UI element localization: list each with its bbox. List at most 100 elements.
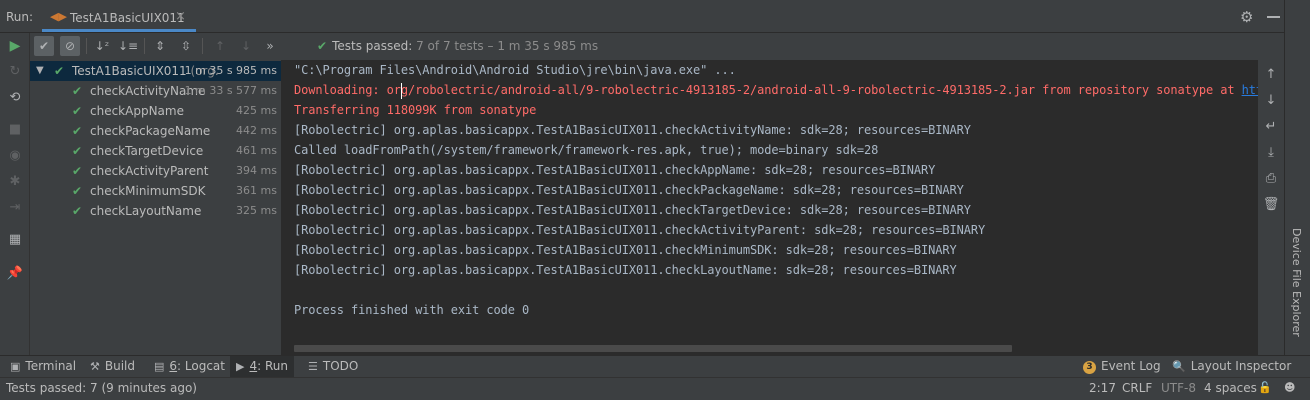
console-line: [Robolectric] org.aplas.basicappx.TestA1…	[294, 123, 971, 137]
console-line: [Robolectric] org.aplas.basicappx.TestA1…	[294, 163, 936, 177]
pin-icon[interactable]: 📌	[6, 265, 24, 283]
terminal-icon: ▣	[10, 360, 21, 373]
passed-check-icon: ✔	[72, 164, 83, 178]
run-tool-window-header	[0, 0, 1310, 33]
root-test-class-name: TestA1BasicUIX011	[72, 64, 187, 78]
trash-icon[interactable]: 🗑	[1262, 196, 1280, 214]
console-line: [Robolectric] org.aplas.basicappx.TestA1…	[294, 243, 957, 257]
play-icon: ▶	[236, 360, 245, 373]
layout-icon[interactable]: ▦	[6, 231, 24, 249]
print-icon[interactable]: ⎙	[1262, 170, 1280, 188]
tab-run[interactable]: ▶ 4: Run	[230, 356, 294, 377]
test-results-tree: ▼ ✔ TestA1BasicUIX011 (org. 1 m 35 s 985…	[30, 60, 282, 355]
toolbar-separator	[86, 38, 87, 54]
tree-root-item[interactable]: ▼ ✔ TestA1BasicUIX011 (org. 1 m 35 s 985…	[30, 61, 281, 81]
minimize-icon[interactable]	[1267, 16, 1280, 18]
indent-setting[interactable]: 4 spaces	[1204, 381, 1257, 395]
test-name: checkAppName	[90, 104, 184, 118]
sort-alphabetically-icon[interactable]: ↓ᶻ	[92, 36, 112, 56]
console-output[interactable]: "C:\Program Files\Android\Android Studio…	[282, 60, 1258, 355]
console-line-error: Transferring 118099K from sonatype	[294, 103, 537, 117]
lock-icon[interactable]: 🔓	[1258, 381, 1272, 394]
run-label: Run:	[6, 10, 34, 24]
inspector-icon[interactable]: ☻	[1284, 381, 1295, 394]
caret-position[interactable]: 2:17	[1089, 381, 1116, 395]
camera-icon[interactable]: ◉	[6, 147, 24, 165]
debug-icon[interactable]: ✱	[6, 173, 24, 191]
close-tab-icon[interactable]: ×	[175, 9, 186, 24]
console-line: [Robolectric] org.aplas.basicappx.TestA1…	[294, 183, 964, 197]
tree-test-item[interactable]: ✔ checkAppName 425 ms	[30, 101, 281, 121]
soft-wrap-icon[interactable]: ↵	[1262, 118, 1280, 136]
expand-arrow-icon[interactable]: ▼	[36, 61, 44, 81]
text-caret	[401, 83, 402, 99]
toggle-auto-test-icon[interactable]: ⟲	[6, 89, 24, 107]
rerun-icon[interactable]: ▶	[6, 37, 24, 55]
run-tab-title: TestA1BasicUIX011	[70, 11, 185, 25]
console-line: Called loadFromPath(/system/framework/fr…	[294, 143, 879, 157]
passed-check-icon: ✔	[72, 104, 83, 118]
next-failed-icon[interactable]: ↓	[236, 36, 256, 56]
status-bar: Tests passed: 7 (9 minutes ago) 2:17 CRL…	[0, 377, 1310, 400]
toolbar-separator	[144, 38, 145, 54]
expand-all-icon[interactable]: ⇕	[150, 36, 170, 56]
tab-event-log[interactable]: 3 Event Log	[1077, 356, 1167, 377]
tab-logcat[interactable]: ▤ 6: Logcat	[148, 356, 231, 377]
status-message[interactable]: Tests passed: 7 (9 minutes ago)	[6, 381, 197, 395]
console-link[interactable]: https	[1242, 83, 1258, 97]
rerun-failed-icon[interactable]: ↻	[6, 63, 24, 81]
stop-icon[interactable]: ■	[6, 121, 24, 139]
console-line-error: Downloading: org/robolectric/android-all…	[294, 83, 1258, 97]
show-passed-icon[interactable]: ✔	[34, 36, 54, 56]
tree-test-item[interactable]: ✔ checkLayoutName 325 ms	[30, 201, 281, 221]
test-name: checkMinimumSDK	[90, 184, 206, 198]
previous-failed-icon[interactable]: ↑	[210, 36, 230, 56]
device-file-explorer-tab[interactable]: Device File Explorer	[1286, 228, 1308, 348]
console-line: [Robolectric] org.aplas.basicappx.TestA1…	[294, 263, 957, 277]
console-line: [Robolectric] org.aplas.basicappx.TestA1…	[294, 223, 986, 237]
test-duration: 461 ms	[236, 144, 277, 157]
test-duration: 361 ms	[236, 184, 277, 197]
tab-todo[interactable]: ☰ TODO	[302, 356, 364, 377]
event-count-badge: 3	[1083, 361, 1096, 374]
toolbar-separator	[202, 38, 203, 54]
more-actions-icon[interactable]: »	[260, 36, 280, 56]
run-side-toolbar: ▶ ↻ ⟲ ■ ◉ ✱ ⇥ ▦ 📌	[0, 33, 30, 355]
line-separator[interactable]: CRLF	[1122, 381, 1152, 395]
run-config-icon: ◀▶	[50, 10, 67, 23]
console-line: "C:\Program Files\Android\Android Studio…	[294, 63, 736, 77]
tab-layout-inspector[interactable]: 🔍 Layout Inspector	[1166, 356, 1297, 377]
logcat-icon: ▤	[154, 360, 165, 373]
passed-check-icon: ✔	[72, 84, 83, 98]
tree-test-item[interactable]: ✔ checkTargetDevice 461 ms	[30, 141, 281, 161]
tree-test-item[interactable]: ✔ checkPackageName 442 ms	[30, 121, 281, 141]
magnifier-icon: 🔍	[1172, 360, 1186, 373]
horizontal-scrollbar[interactable]	[294, 345, 1012, 352]
root-test-duration: 1 m 35 s 985 ms	[184, 64, 277, 77]
passed-check-icon: ✔	[72, 204, 83, 218]
gear-icon[interactable]: ⚙	[1240, 8, 1253, 26]
console-line: [Robolectric] org.aplas.basicappx.TestA1…	[294, 203, 971, 217]
test-duration: 394 ms	[236, 164, 277, 177]
run-tab[interactable]: ◀▶ TestA1BasicUIX011 ×	[42, 4, 196, 32]
collapse-all-icon[interactable]: ⇳	[176, 36, 196, 56]
scroll-to-end-icon[interactable]: ⤓	[1262, 144, 1280, 162]
passed-check-icon: ✔	[72, 144, 83, 158]
test-name: checkPackageName	[90, 124, 211, 138]
file-encoding[interactable]: UTF-8	[1161, 381, 1196, 395]
show-ignored-icon[interactable]: ⊘	[60, 36, 80, 56]
tree-test-item[interactable]: ✔ checkActivityParent 394 ms	[30, 161, 281, 181]
tree-test-item[interactable]: ✔ checkMinimumSDK 361 ms	[30, 181, 281, 201]
scroll-up-icon[interactable]: ↑	[1262, 66, 1280, 84]
tree-test-item[interactable]: ✔ checkActivityName 1 m 33 s 577 ms	[30, 81, 281, 101]
test-runner-toolbar: ✔ ⊘ ↓ᶻ ↓≡ ⇕ ⇳ ↑ ↓ » ✔ Tests passed: 7 of …	[30, 33, 1258, 60]
sort-by-duration-icon[interactable]: ↓≡	[118, 36, 138, 56]
scroll-down-icon[interactable]: ↓	[1262, 92, 1280, 110]
tab-terminal[interactable]: ▣ Terminal	[4, 356, 82, 377]
passed-check-icon: ✔	[54, 64, 65, 78]
tab-build[interactable]: ⚒ Build	[84, 356, 141, 377]
test-name: checkTargetDevice	[90, 144, 204, 158]
exit-icon[interactable]: ⇥	[6, 199, 24, 217]
test-duration: 425 ms	[236, 104, 277, 117]
todo-list-icon: ☰	[308, 360, 318, 373]
